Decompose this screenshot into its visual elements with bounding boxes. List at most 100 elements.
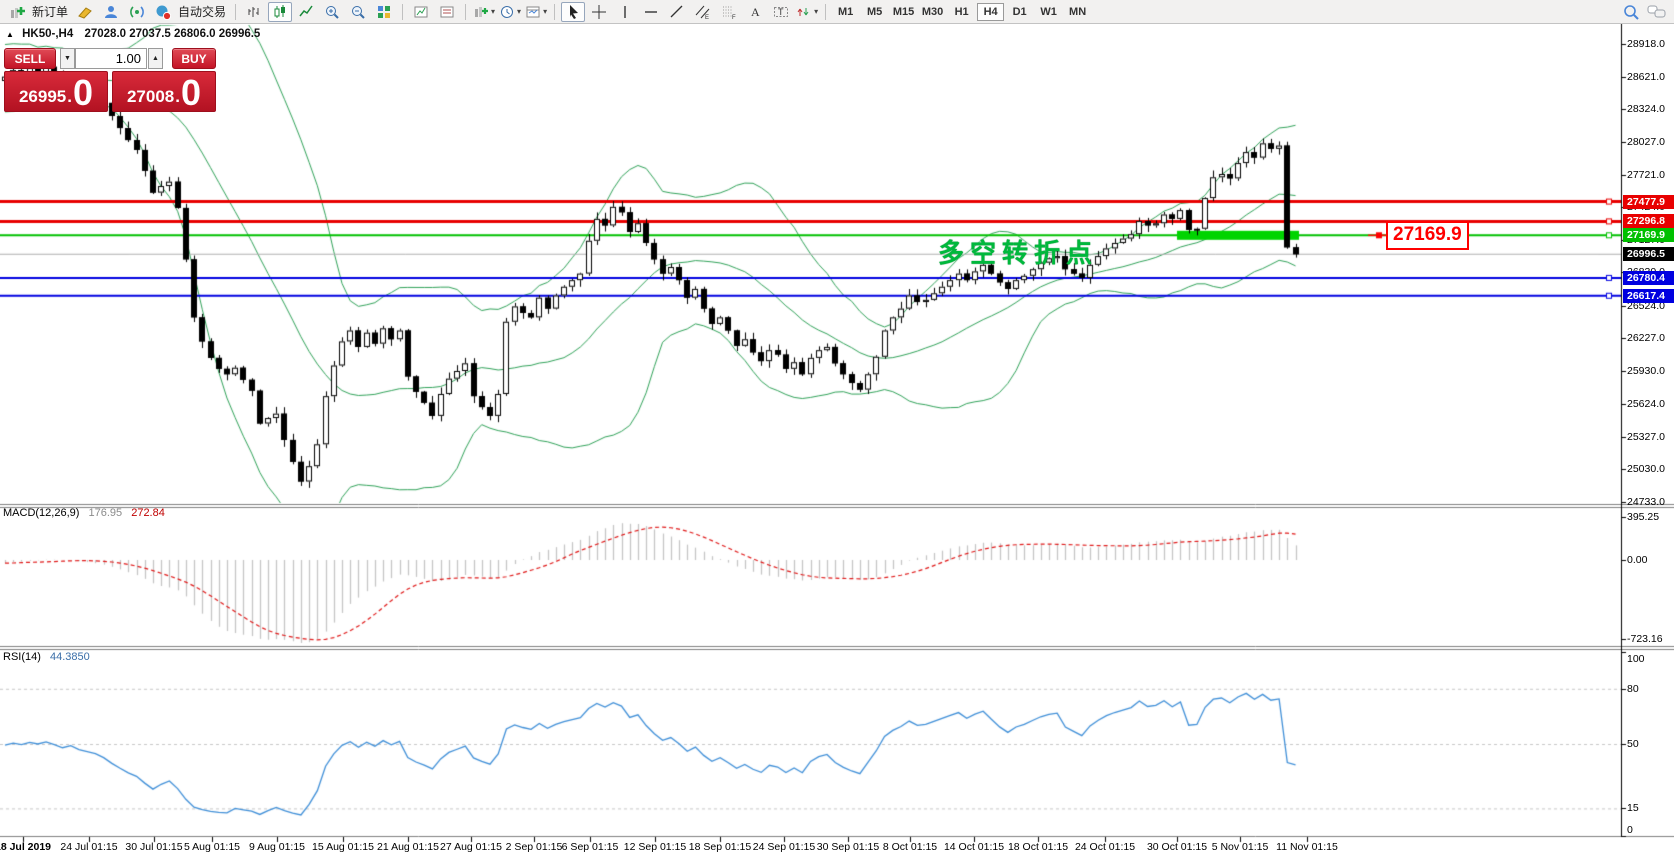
data-window-button[interactable]	[435, 2, 459, 22]
price-tag-label[interactable]: 27169.9	[1386, 221, 1469, 250]
horizontal-line-icon	[643, 4, 659, 20]
rsi-name: RSI(14)	[3, 651, 41, 663]
volume-decrease-button[interactable]: ▼	[60, 48, 75, 69]
price-level-label: 26617.4	[1623, 289, 1674, 303]
signals-button[interactable]	[125, 2, 149, 22]
new-chart-icon	[473, 4, 489, 20]
time-axis-label: 5 Aug 01:15	[184, 841, 240, 853]
bull-bear-turning-point-annotation[interactable]: 多空转折点	[938, 233, 1098, 270]
sell-button[interactable]: SELL	[4, 48, 56, 69]
macd-axis-tick-label: -723.16	[1627, 633, 1663, 645]
rsi-indicator-label: RSI(14) 44.3850	[3, 651, 90, 663]
new-order-button[interactable]	[5, 2, 29, 22]
dropdown-caret-icon: ▾	[543, 7, 547, 16]
candles-chart-button[interactable]	[268, 2, 292, 22]
indicator-window-button[interactable]	[409, 2, 433, 22]
trendline-icon	[669, 4, 685, 20]
trendline-button[interactable]	[665, 2, 689, 22]
search-button[interactable]	[1619, 2, 1643, 22]
macd-signal-value: 272.84	[131, 507, 165, 519]
timeframe-w1-button[interactable]: W1	[1035, 3, 1062, 21]
cursor-button[interactable]	[561, 2, 585, 22]
horizontal-line-button[interactable]	[639, 2, 663, 22]
text-button[interactable]: A	[743, 2, 767, 22]
volume-input[interactable]: 1.00	[75, 48, 147, 69]
timeframe-m30-button[interactable]: M30	[919, 3, 946, 21]
templates-button[interactable]: ▾	[524, 2, 548, 22]
timeframe-h4-button[interactable]: H4	[977, 3, 1004, 21]
data-window-icon	[439, 4, 455, 20]
svg-text:E: E	[705, 15, 709, 20]
buy-price-button[interactable]: 27008 . 0	[112, 71, 216, 112]
time-axis-label: 18 Oct 01:15	[1008, 841, 1068, 853]
dropdown-caret-icon: ▾	[814, 7, 818, 16]
candles-chart-icon	[272, 4, 288, 20]
editor-icon	[77, 4, 93, 20]
periods-button[interactable]: ▾	[498, 2, 522, 22]
chat-button[interactable]	[1645, 2, 1669, 22]
toolbar-separator	[554, 4, 555, 20]
toolbar-separator	[235, 4, 236, 20]
time-axis-label: 30 Oct 01:15	[1147, 841, 1207, 853]
crosshair-button[interactable]	[587, 2, 611, 22]
timeframe-h1-button[interactable]: H1	[948, 3, 975, 21]
price-axis-tick-label: 25624.0	[1627, 398, 1665, 410]
zoom-in-icon	[324, 4, 340, 20]
time-axis-label: 18 Jul 2019	[0, 841, 51, 853]
cursor-icon	[565, 4, 581, 20]
timeframe-m5-button[interactable]: M5	[861, 3, 888, 21]
time-axis-label: 18 Sep 01:15	[689, 841, 751, 853]
line-chart-button[interactable]	[294, 2, 318, 22]
new-chart-button[interactable]: ▾	[472, 2, 496, 22]
macd-name: MACD(12,26,9)	[3, 507, 79, 519]
arrows-button[interactable]: ▾	[795, 2, 819, 22]
tile-windows-icon	[376, 4, 392, 20]
new-order-label: 新订单	[32, 3, 68, 20]
vertical-line-button[interactable]	[613, 2, 637, 22]
time-axis-label: 6 Sep 01:15	[562, 841, 619, 853]
autotrading-button[interactable]	[151, 2, 175, 22]
rsi-value: 44.3850	[50, 651, 90, 663]
fibonacci-button[interactable]: F	[717, 2, 741, 22]
timeframe-d1-button[interactable]: D1	[1006, 3, 1033, 21]
indicator-window-icon	[413, 4, 429, 20]
dropdown-caret-icon: ▾	[491, 7, 495, 16]
buy-button[interactable]: BUY	[172, 48, 216, 69]
community-button[interactable]	[99, 2, 123, 22]
time-axis-label: 8 Oct 01:15	[883, 841, 937, 853]
text-icon: A	[747, 4, 763, 20]
macd-main-value: 176.95	[88, 507, 122, 519]
sell-price-button[interactable]: 26995 . 0	[4, 71, 108, 112]
volume-increase-button[interactable]: ▲	[148, 48, 163, 69]
price-axis-tick-label: 28621.0	[1627, 71, 1665, 83]
price-axis-tick-label: 28918.0	[1627, 38, 1665, 50]
price-level-label: 27169.9	[1623, 228, 1674, 242]
sell-price-pip: 0	[73, 78, 93, 108]
text-label-button[interactable]: T	[769, 2, 793, 22]
timeframe-m1-button[interactable]: M1	[832, 3, 859, 21]
channel-button[interactable]: E	[691, 2, 715, 22]
time-axis-label: 12 Sep 01:15	[624, 841, 686, 853]
tile-windows-button[interactable]	[372, 2, 396, 22]
bars-chart-button[interactable]	[242, 2, 266, 22]
editor-button[interactable]	[73, 2, 97, 22]
chat-icon	[1647, 4, 1667, 20]
buy-price-dot: .	[175, 88, 180, 105]
zoom-out-button[interactable]	[346, 2, 370, 22]
main-toolbar: 新订单自动交易▾▾▾EFAT▾M1M5M15M30H1H4D1W1MN	[0, 0, 1674, 24]
timeframe-m15-button[interactable]: M15	[890, 3, 917, 21]
macd-indicator-label: MACD(12,26,9) 176.95 272.84	[3, 507, 165, 519]
bars-chart-icon	[246, 4, 262, 20]
channel-icon: E	[695, 4, 711, 20]
macd-axis-tick-label: 395.25	[1627, 511, 1659, 523]
timeframe-mn-button[interactable]: MN	[1064, 3, 1091, 21]
rsi-axis-tick-label: 50	[1627, 738, 1639, 750]
community-icon	[103, 4, 119, 20]
price-chart-canvas[interactable]	[0, 0, 1674, 858]
svg-text:T: T	[778, 7, 784, 17]
one-click-collapse-arrow-icon[interactable]: ▲	[6, 30, 14, 39]
toolbar-right-group	[1618, 2, 1670, 22]
signals-icon	[129, 4, 145, 20]
price-axis-tick-label: 28027.0	[1627, 136, 1665, 148]
zoom-in-button[interactable]	[320, 2, 344, 22]
